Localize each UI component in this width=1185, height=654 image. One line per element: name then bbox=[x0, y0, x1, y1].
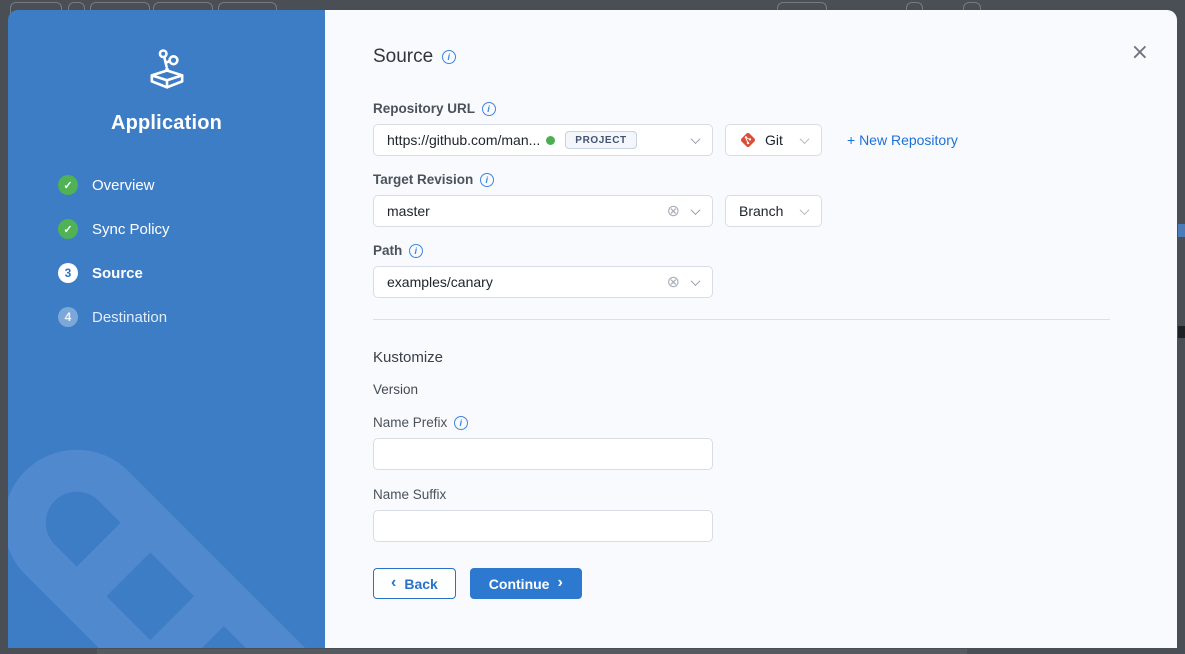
wizard-nav-buttons: ‹ Back Continue › bbox=[373, 568, 1141, 599]
wizard-steps: ✓ Overview ✓ Sync Policy 3 Source 4 Dest… bbox=[8, 175, 325, 327]
step-label: Sync Policy bbox=[92, 221, 170, 238]
clear-icon[interactable]: ⊗ bbox=[667, 274, 680, 290]
info-icon[interactable]: i bbox=[409, 244, 423, 258]
name-prefix-input[interactable] bbox=[373, 438, 713, 470]
clear-icon[interactable]: ⊗ bbox=[667, 203, 680, 219]
path-value: examples/canary bbox=[387, 274, 493, 290]
argo-watermark bbox=[8, 10, 325, 648]
info-icon[interactable]: i bbox=[480, 173, 494, 187]
background-strip bbox=[97, 649, 967, 654]
target-revision-value: master bbox=[387, 203, 430, 219]
wizard-sidebar: Application ✓ Overview ✓ Sync Policy 3 S… bbox=[8, 10, 325, 648]
info-icon[interactable]: i bbox=[442, 50, 456, 64]
repository-url-field: Repository URL i https://github.com/man.… bbox=[373, 101, 1141, 156]
application-icon bbox=[139, 46, 195, 96]
step-label: Source bbox=[92, 265, 143, 282]
source-step-panel: × Source i Repository URL i https://gith… bbox=[325, 10, 1177, 648]
name-prefix-field: Name Prefix i bbox=[373, 415, 1141, 470]
chevron-down-icon bbox=[691, 134, 701, 144]
name-prefix-label: Name Prefix bbox=[373, 415, 447, 430]
step-source[interactable]: 3 Source bbox=[58, 263, 325, 283]
step-sync-policy[interactable]: ✓ Sync Policy bbox=[58, 219, 325, 239]
chevron-down-icon bbox=[800, 134, 810, 144]
project-badge: PROJECT bbox=[565, 131, 636, 149]
revision-kind-select[interactable]: Branch bbox=[725, 195, 822, 227]
info-icon[interactable]: i bbox=[454, 416, 468, 430]
chevron-down-icon bbox=[691, 276, 701, 286]
step-number: 4 bbox=[58, 307, 78, 327]
repository-url-value: https://github.com/man... bbox=[387, 132, 540, 148]
name-suffix-input[interactable] bbox=[373, 510, 713, 542]
step-overview[interactable]: ✓ Overview bbox=[58, 175, 325, 195]
chevron-down-icon bbox=[800, 205, 810, 215]
target-revision-label: Target Revision bbox=[373, 172, 473, 187]
section-divider bbox=[373, 319, 1110, 320]
kustomize-heading: Kustomize bbox=[373, 349, 1141, 366]
path-field: Path i examples/canary ⊗ bbox=[373, 243, 1141, 298]
target-revision-select[interactable]: master ⊗ bbox=[373, 195, 713, 227]
back-button-label: Back bbox=[404, 576, 437, 592]
background-artifact bbox=[1178, 224, 1185, 237]
check-icon: ✓ bbox=[58, 175, 78, 195]
repository-type-value: Git bbox=[765, 132, 783, 148]
repository-type-select[interactable]: Git bbox=[725, 124, 822, 156]
target-revision-field: Target Revision i master ⊗ Branch bbox=[373, 172, 1141, 227]
background-artifact bbox=[1178, 326, 1185, 338]
back-button[interactable]: ‹ Back bbox=[373, 568, 456, 599]
version-label: Version bbox=[373, 382, 1141, 397]
check-icon: ✓ bbox=[58, 219, 78, 239]
new-repository-link[interactable]: + New Repository bbox=[847, 132, 958, 148]
repository-url-label: Repository URL bbox=[373, 101, 475, 116]
continue-chevron-icon: › bbox=[557, 575, 562, 591]
step-destination[interactable]: 4 Destination bbox=[58, 307, 325, 327]
wizard-title: Application bbox=[8, 112, 325, 135]
path-select[interactable]: examples/canary ⊗ bbox=[373, 266, 713, 298]
page-title: Source bbox=[373, 46, 433, 68]
continue-button-label: Continue bbox=[489, 576, 550, 592]
path-label: Path bbox=[373, 243, 402, 258]
revision-kind-value: Branch bbox=[739, 203, 783, 219]
name-suffix-label: Name Suffix bbox=[373, 487, 446, 502]
step-label: Destination bbox=[92, 309, 167, 326]
step-label: Overview bbox=[92, 177, 155, 194]
connection-status-dot bbox=[546, 136, 555, 145]
step-number: 3 bbox=[58, 263, 78, 283]
continue-button[interactable]: Continue › bbox=[470, 568, 582, 599]
info-icon[interactable]: i bbox=[482, 102, 496, 116]
close-icon[interactable]: × bbox=[1131, 42, 1149, 64]
back-chevron-icon: ‹ bbox=[391, 575, 396, 591]
git-icon bbox=[739, 131, 757, 149]
repository-url-select[interactable]: https://github.com/man... PROJECT bbox=[373, 124, 713, 156]
chevron-down-icon bbox=[691, 205, 701, 215]
name-suffix-field: Name Suffix bbox=[373, 487, 1141, 542]
application-wizard-modal: Application ✓ Overview ✓ Sync Policy 3 S… bbox=[8, 10, 1177, 648]
